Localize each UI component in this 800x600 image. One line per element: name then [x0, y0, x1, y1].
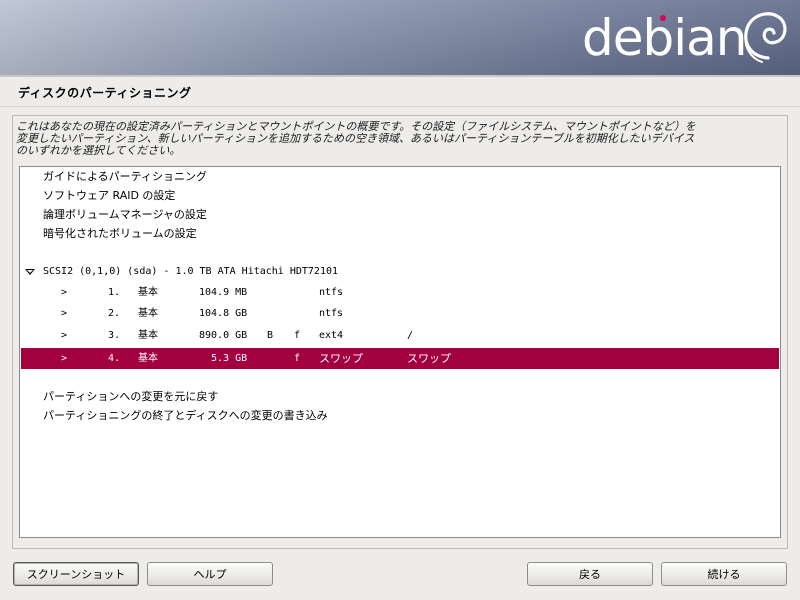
debian-logo-dot [660, 15, 666, 21]
partition-number: 1. [108, 287, 121, 298]
chevron-right-icon: > [61, 330, 68, 341]
continue-button[interactable]: 続ける [661, 562, 787, 586]
menu-item-software-raid[interactable]: ソフトウェア RAID の設定 [21, 186, 779, 205]
partition-row[interactable]: > 1. 基本 104.9 MB ntfs [21, 283, 779, 302]
finish-partitioning-item[interactable]: パーティショニングの終了とディスクへの変更の書き込み [21, 406, 779, 425]
partition-size: 890.0 GB [199, 330, 248, 341]
partition-number: 4. [108, 353, 121, 364]
partition-size: 5.3 GB [211, 353, 248, 364]
partition-row[interactable]: > 2. 基本 104.8 GB ntfs [21, 304, 779, 323]
action-label: パーティショニングの終了とディスクへの変更の書き込み [43, 409, 328, 422]
page-title: ディスクのパーティショニング [18, 86, 192, 100]
partition-number: 2. [108, 308, 121, 319]
header-banner: debian [0, 0, 800, 75]
undo-changes-item[interactable]: パーティションへの変更を元に戻す [21, 387, 779, 406]
menu-item-label: ガイドによるパーティショニング [43, 170, 208, 183]
disk-row[interactable]: SCSI2 (0,1,0) (sda) - 1.0 TB ATA Hitachi… [21, 262, 779, 281]
action-label: パーティションへの変更を元に戻す [43, 390, 219, 403]
partition-filesystem: ntfs [319, 287, 344, 298]
back-button[interactable]: 戻る [527, 562, 653, 586]
partition-filesystem: ext4 [319, 330, 344, 341]
partition-size: 104.8 GB [199, 308, 248, 319]
partition-mount: / [407, 330, 414, 341]
menu-item-label: 暗号化されたボリュームの設定 [43, 227, 197, 240]
partition-number: 3. [108, 330, 121, 341]
description-line: のいずれかを選択してください。 [16, 144, 181, 157]
menu-item-label: 論理ボリュームマネージャの設定 [43, 208, 207, 221]
screenshot-button[interactable]: スクリーンショット [13, 562, 139, 586]
partition-bootable: B [267, 330, 274, 341]
chevron-right-icon: > [61, 287, 68, 298]
chevron-right-icon: > [61, 353, 68, 364]
description-text: これはあなたの現在の設定済みパーティションとマウントポイントの概要です。その設定… [16, 121, 776, 157]
help-button[interactable]: ヘルプ [147, 562, 273, 586]
partition-format: f [294, 353, 301, 364]
partition-type: 基本 [138, 330, 158, 341]
menu-item-label: ソフトウェア RAID の設定 [43, 189, 176, 202]
chevron-right-icon: > [61, 308, 68, 319]
partition-row-selected[interactable]: > 4. 基本 5.3 GB f スワップ スワップ [21, 348, 779, 369]
banner-separator [0, 75, 800, 77]
menu-item-lvm[interactable]: 論理ボリュームマネージャの設定 [21, 205, 779, 224]
partition-filesystem: ntfs [319, 308, 344, 319]
partition-list[interactable]: ガイドによるパーティショニング ソフトウェア RAID の設定 論理ボリュームマ… [19, 166, 781, 538]
partition-row[interactable]: > 3. 基本 890.0 GB B f ext4 / [21, 326, 779, 345]
partition-type: 基本 [138, 353, 158, 364]
title-separator [0, 106, 800, 107]
partition-filesystem: スワップ [319, 352, 363, 365]
partition-type: 基本 [138, 308, 158, 319]
disk-label: SCSI2 (0,1,0) (sda) - 1.0 TB ATA Hitachi… [43, 266, 339, 277]
menu-item-encrypted-volumes[interactable]: 暗号化されたボリュームの設定 [21, 224, 779, 243]
partition-mount: スワップ [407, 352, 451, 365]
partition-type: 基本 [138, 287, 158, 298]
debian-swirl-icon [744, 12, 787, 63]
partition-format: f [294, 330, 301, 341]
expand-arrow-icon [25, 269, 35, 275]
partition-size: 104.9 MB [199, 287, 248, 298]
menu-item-guided-partitioning[interactable]: ガイドによるパーティショニング [21, 167, 779, 186]
